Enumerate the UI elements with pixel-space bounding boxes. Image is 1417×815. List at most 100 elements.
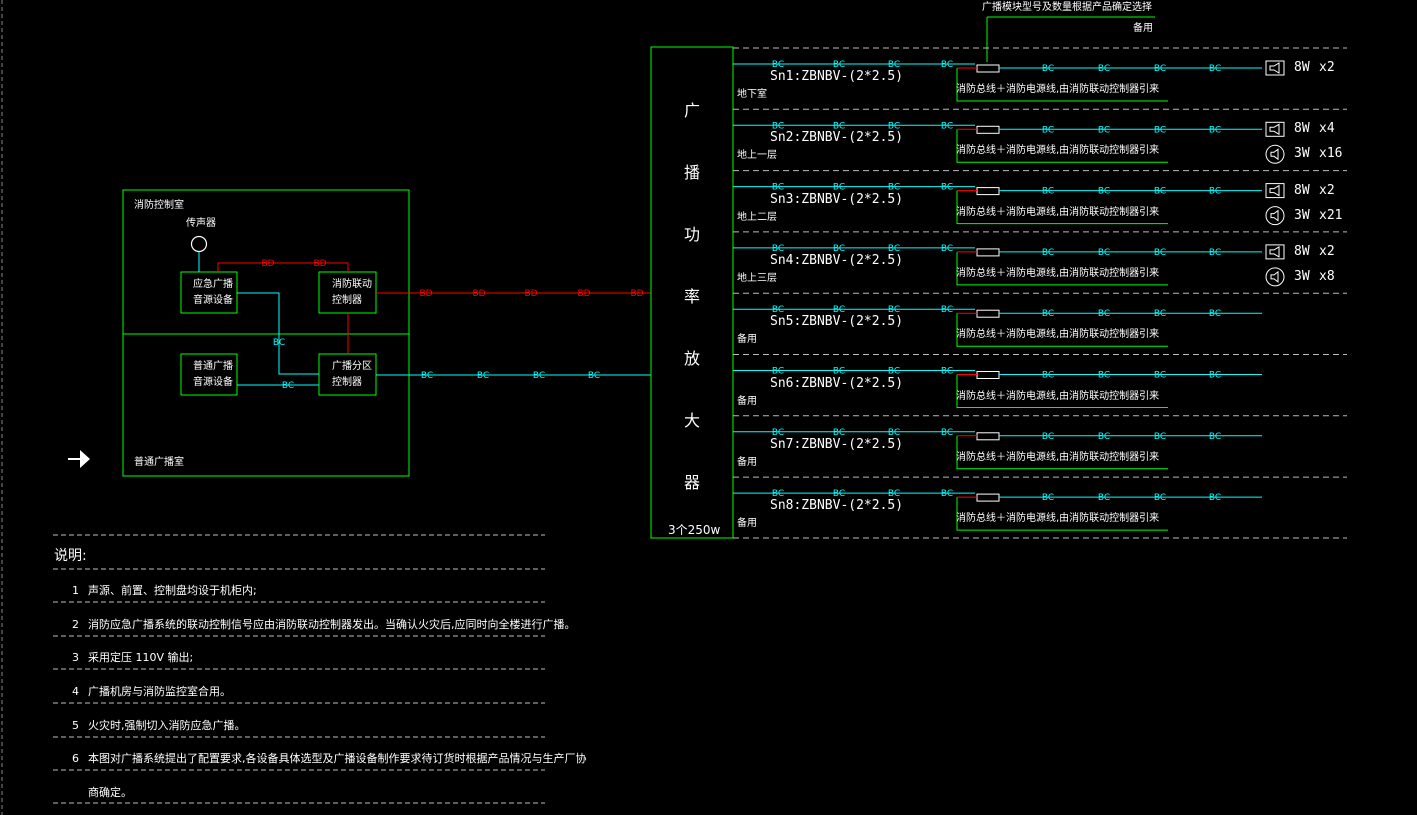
line-code-label: BC <box>1098 187 1110 197</box>
line-code-label: BC <box>1154 248 1166 258</box>
branch-floor-label: 地上三层 <box>737 272 777 284</box>
speaker-count: x2 <box>1319 243 1335 259</box>
line-code-label: BC <box>941 244 953 254</box>
amplifier-label-char: 广 <box>684 101 701 120</box>
line-code-label: BC <box>833 367 845 377</box>
line-code-label: BC <box>941 60 953 70</box>
line-code-label: BC <box>941 121 953 131</box>
line-code-label: BC <box>941 305 953 315</box>
line-code-label: BC <box>1042 371 1054 381</box>
note-text: 声源、前置、控制盘均设于机柜内; <box>88 584 257 597</box>
amplifier-label-char: 功 <box>684 225 701 244</box>
branch-bus-note: 消防总线＋消防电源线,由消防联动控制器引来 <box>956 206 1160 218</box>
line-code-label: BC <box>282 381 294 391</box>
line-code-label: BC <box>1209 187 1221 197</box>
branch-cable-label: Sn5:ZBNBV-(2*2.5) <box>770 314 904 330</box>
control-room-box <box>122 189 410 477</box>
line-code-label: BC <box>1154 187 1166 197</box>
branch-bus-note: 消防总线＋消防电源线,由消防联动控制器引来 <box>956 329 1160 341</box>
line-code-label: BD <box>472 289 485 299</box>
line-code-label: BC <box>1042 187 1054 197</box>
line-code-label: BC <box>421 371 433 381</box>
line-code-label: BC <box>273 338 285 348</box>
line-code-label: BC <box>1042 125 1054 135</box>
wall-speaker-icon <box>1265 121 1285 137</box>
ceiling-speaker-icon <box>1265 267 1285 287</box>
branch-floor-label: 地上二层 <box>737 211 777 223</box>
note-text: 消防应急广播系统的联动控制信号应由消防联动控制器发出。当确认火灾后,应同时向全楼… <box>88 618 576 631</box>
line-code-label: BD <box>261 259 274 269</box>
line-code-label: BC <box>1098 309 1110 319</box>
branch-floor-label: 地下室 <box>737 89 767 100</box>
ceiling-speaker-icon <box>1265 144 1285 164</box>
line-code-label: BC <box>1098 493 1110 503</box>
branch-bus-note: 消防总线＋消防电源线,由消防联动控制器引来 <box>956 84 1160 95</box>
amplifier-label-char: 器 <box>684 473 701 492</box>
line-code-label: BC <box>1042 64 1054 74</box>
branch-floor-label: 备用 <box>737 518 757 530</box>
speaker-count: x2 <box>1319 182 1335 198</box>
branch-floor-label: 地上一层 <box>737 150 777 162</box>
note-number: 3 <box>72 651 79 664</box>
branch-cable-label: Sn7:ZBNBV-(2*2.5) <box>770 436 904 452</box>
line-code-label: BC <box>772 367 784 377</box>
branch-bus-note: 消防总线＋消防电源线,由消防联动控制器引来 <box>956 513 1160 525</box>
zone-controller-label: 广播分区 控制器 <box>332 361 372 388</box>
microphone-icon <box>190 235 208 253</box>
line-code-label: BC <box>941 183 953 193</box>
speaker-power: 3W <box>1294 207 1310 223</box>
line-code-label: BC <box>1209 432 1221 442</box>
speaker-power: 8W <box>1294 243 1310 259</box>
note-number: 1 <box>72 584 79 597</box>
speaker-power: 3W <box>1294 268 1310 284</box>
line-code-label: BC <box>941 367 953 377</box>
line-code-label: BC <box>1098 371 1110 381</box>
broadcast-room-label: 普通广播室 <box>134 457 184 468</box>
line-code-label: BC <box>1098 64 1110 74</box>
branch-floor-label: 备用 <box>737 456 757 468</box>
line-code-label: BC <box>941 489 953 499</box>
broadcast-module-box <box>976 432 1000 441</box>
branch-floor-label: 备用 <box>737 334 757 346</box>
broadcast-module-box <box>976 125 1000 134</box>
spare-top-label: 备用 <box>1133 23 1153 34</box>
note-text: 广播机房与消防监控室合用。 <box>88 685 231 698</box>
speaker-count: x8 <box>1319 268 1335 284</box>
speaker-power: 3W <box>1294 146 1310 162</box>
note-text: 商确定。 <box>88 786 132 799</box>
line-code-label: BC <box>1042 432 1054 442</box>
ceiling-speaker-icon <box>1265 206 1285 226</box>
branch-bus-note: 消防总线＋消防电源线,由消防联动控制器引来 <box>956 145 1160 157</box>
line-code-label: BD <box>419 289 432 299</box>
speaker-power: 8W <box>1294 182 1310 198</box>
amplifier-label-char: 大 <box>684 411 701 430</box>
fire-control-room-label: 消防控制室 <box>134 200 184 211</box>
branch-bus-note: 消防总线＋消防电源线,由消防联动控制器引来 <box>956 451 1160 463</box>
line-code-label: BC <box>1042 309 1054 319</box>
line-code-label: BC <box>1098 432 1110 442</box>
line-code-label: BC <box>1042 493 1054 503</box>
line-code-label: BC <box>1098 248 1110 258</box>
line-code-label: BC <box>1154 309 1166 319</box>
line-code-label: BC <box>1042 248 1054 258</box>
branch-floor-label: 备用 <box>737 395 757 407</box>
notes-title: 说明: <box>54 548 87 564</box>
line-code-label: BC <box>477 371 489 381</box>
line-code-label: BD <box>313 259 326 269</box>
broadcast-module-box <box>976 187 1000 196</box>
line-code-label: BC <box>1154 493 1166 503</box>
fire-controller-label: 消防联动 控制器 <box>332 279 372 306</box>
wall-speaker-icon <box>1265 183 1285 199</box>
speaker-count: x2 <box>1319 60 1335 75</box>
line-code-label: BC <box>1209 309 1221 319</box>
note-number: 6 <box>72 752 79 765</box>
line-code-label: BD <box>577 289 590 299</box>
branch-cable-label: Sn3:ZBNBV-(2*2.5) <box>770 191 904 207</box>
branch-cable-label: Sn6:ZBNBV-(2*2.5) <box>770 375 904 391</box>
emergency-source-label: 应急广播 音源设备 <box>193 279 233 306</box>
microphone-label: 传声器 <box>186 218 216 229</box>
line-code-label: BD <box>630 289 643 299</box>
note-text: 火灾时,强制切入消防应急广播。 <box>88 719 246 732</box>
line-code-label: BC <box>1209 248 1221 258</box>
broadcast-module-box <box>976 64 1000 73</box>
